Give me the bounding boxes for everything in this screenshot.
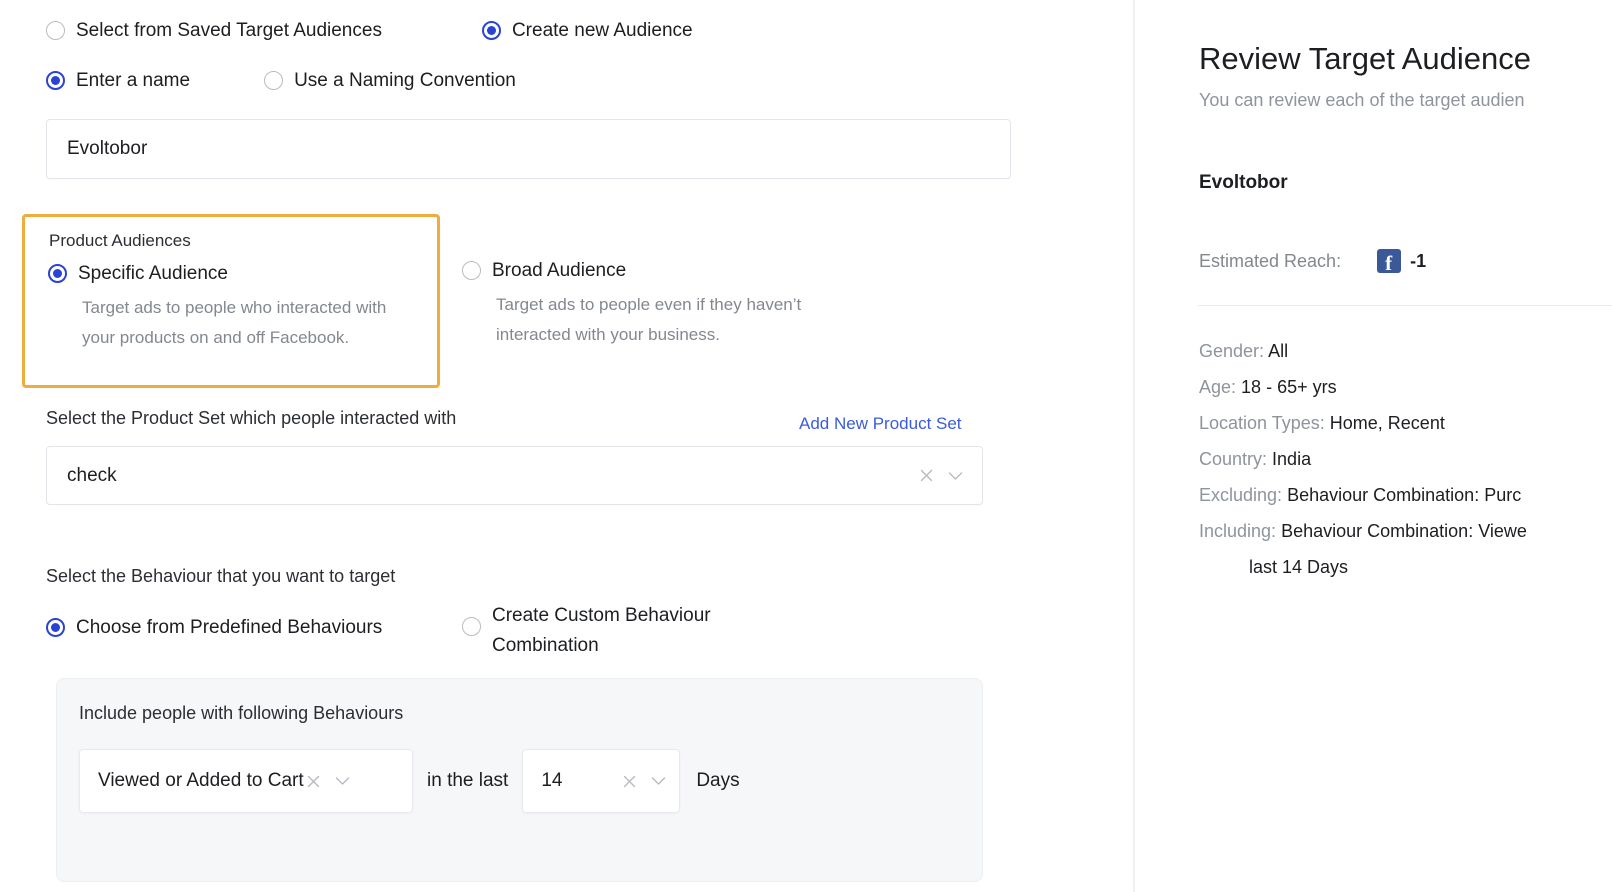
audience-form-pane: Select from Saved Target Audiences Creat… [0,0,1134,892]
review-detail-row: Excluding: Behaviour Combination: Purc [1199,477,1612,513]
product-audiences-title: Product Audiences [49,231,191,250]
review-detail-row: Location Types: Home, Recent [1199,405,1612,441]
radio-create-new-audience[interactable]: Create new Audience [481,20,693,41]
days-unit-label: Days [696,770,740,791]
detail-key: Including: [1199,521,1277,541]
chevron-down-icon[interactable] [944,466,966,486]
estimated-reach-value: -1 [1410,250,1427,271]
radio-label: Choose from Predefined Behaviours [76,617,383,638]
radio-button-checked-icon[interactable] [48,264,67,283]
detail-value: last 14 Days [1249,557,1349,577]
specific-audience-description: Target ads to people who interacted with… [82,298,387,347]
behaviour-mode-label: Select the Behaviour that you want to ta… [46,566,396,586]
chevron-down-icon[interactable] [332,771,354,791]
close-icon[interactable] [304,771,324,791]
page-title: Review Target Audience [1199,41,1532,76]
radio-label: Broad Audience [492,260,627,281]
divider [1198,305,1612,306]
radio-label: Select from Saved Target Audiences [76,20,382,41]
pane-divider [1133,0,1135,892]
radio-button-unchecked-icon[interactable] [462,617,481,636]
radio-create-custom-behaviour-combination[interactable]: Create Custom Behaviour Combination [462,601,752,661]
review-detail-row: Age: 18 - 65+ yrs [1199,369,1612,405]
radio-button-checked-icon[interactable] [46,71,65,90]
radio-label: Create Custom Behaviour Combination [492,605,711,656]
detail-value: Behaviour Combination: Viewe [1281,521,1527,541]
review-detail-row: Gender: All [1199,333,1612,369]
radio-use-naming-convention[interactable]: Use a Naming Convention [264,70,516,91]
radio-label: Create new Audience [511,20,693,41]
facebook-icon [1377,249,1402,275]
create-target-audience-screen: Select from Saved Target Audiences Creat… [0,0,1612,892]
radio-label: Specific Audience [78,263,228,284]
detail-value: Home, Recent [1329,413,1445,433]
radio-enter-a-name[interactable]: Enter a name [46,70,190,91]
behaviour-select[interactable]: Viewed or Added to Cart [79,749,413,813]
review-details-list: Gender: All Age: 18 - 65+ yrs Location T… [1199,333,1612,585]
review-audience-name: Evoltobor [1199,172,1288,193]
radio-specific-audience[interactable]: Specific Audience [48,263,420,284]
naming-mode-radio-group: Enter a name Use a Naming Convention [46,70,516,91]
radio-button-unchecked-icon[interactable] [46,21,65,40]
include-behaviours-title: Include people with following Behaviours [79,703,404,723]
close-icon[interactable] [916,466,936,486]
radio-select-saved-audiences[interactable]: Select from Saved Target Audiences [46,20,382,41]
detail-key: Age: [1199,377,1237,397]
review-detail-row: Including: Behaviour Combination: Viewe [1199,513,1612,549]
detail-value: India [1272,449,1312,469]
detail-value: All [1268,341,1289,361]
product-set-label: Select the Product Set which people inte… [46,408,457,428]
audience-mode-radio-group: Select from Saved Target Audiences Creat… [46,20,693,41]
radio-button-checked-icon[interactable] [46,618,65,637]
chevron-down-icon[interactable] [647,771,669,791]
product-audiences-highlight-box: Product Audiences Specific Audience Targ… [22,214,440,388]
radio-label: Use a Naming Convention [294,70,516,91]
detail-key: Location Types: [1199,413,1325,433]
days-value: 14 [541,770,563,791]
audience-name-value: Evoltobor [67,138,148,159]
radio-button-unchecked-icon[interactable] [264,71,284,90]
behaviour-row: Viewed or Added to Cart in the last 14 D… [79,749,740,813]
review-target-audience-pane: Review Target Audience You can review ea… [1136,0,1612,892]
close-icon[interactable] [619,771,639,791]
detail-key: Gender: [1199,341,1265,361]
product-set-value: check [67,464,117,486]
radio-broad-audience[interactable]: Broad Audience [462,260,626,281]
radio-label: Enter a name [76,70,191,91]
radio-choose-predefined-behaviours[interactable]: Choose from Predefined Behaviours [46,617,382,638]
broad-audience-description: Target ads to people even if they haven’… [496,295,802,344]
in-the-last-label: in the last [427,770,509,791]
estimated-reach-label: Estimated Reach: [1199,250,1342,271]
audience-name-input[interactable]: Evoltobor [46,119,1011,179]
detail-value: Behaviour Combination: Purc [1287,485,1522,505]
detail-key: Country: [1199,449,1268,469]
review-detail-row-continued: last 14 Days [1199,549,1612,585]
days-select[interactable]: 14 [522,749,681,813]
radio-button-checked-icon[interactable] [481,21,501,40]
include-behaviours-panel: Include people with following Behaviours… [56,678,983,882]
review-detail-row: Country: India [1199,441,1612,477]
detail-value: 18 - 65+ yrs [1241,377,1337,397]
product-set-select[interactable]: check [46,446,983,505]
add-new-product-set-link[interactable]: Add New Product Set [799,414,962,434]
radio-button-unchecked-icon[interactable] [462,261,481,280]
behaviour-value: Viewed or Added to Cart [98,770,304,791]
detail-key: Excluding: [1199,485,1283,505]
page-subtitle: You can review each of the target audien [1199,90,1525,110]
estimated-reach-row: Estimated Reach: -1 [1199,249,1427,275]
